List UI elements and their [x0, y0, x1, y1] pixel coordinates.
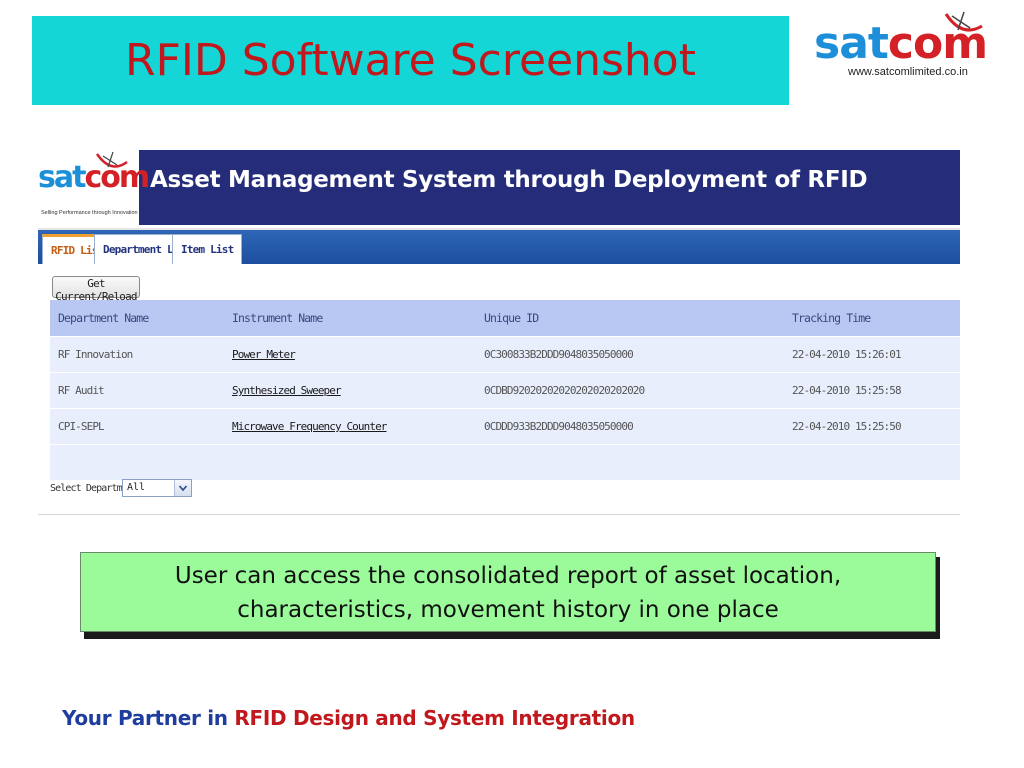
logo-url: www.satcomlimited.co.in [848, 66, 968, 78]
slide-title: RFID Software Screenshot [125, 35, 696, 86]
unique-id-cell: 0CDBD92020202020202020202020 [484, 384, 645, 397]
get-current-reload-button[interactable]: Get Current/Reload [52, 276, 140, 303]
dropdown-arrow-icon[interactable] [174, 480, 191, 496]
column-header-instrument[interactable]: Instrument Name [232, 300, 323, 335]
department-select-value: All [127, 482, 146, 493]
column-header-unique-id[interactable]: Unique ID [484, 300, 539, 335]
table-row: CPI-SEPL Microwave Frequency Counter 0CD… [50, 409, 960, 445]
instrument-link[interactable]: Power Meter [232, 337, 296, 372]
app-screenshot: satcom Selling Performance through Innov… [38, 150, 960, 515]
tracking-time-cell: 22-04-2010 15:25:50 [792, 420, 902, 433]
tracking-time-cell: 22-04-2010 15:25:58 [792, 384, 902, 397]
table-row: RF Innovation Power Meter 0C300833B2DDD9… [50, 337, 960, 373]
column-header-tracking-time[interactable]: Tracking Time [792, 300, 871, 335]
instrument-link[interactable]: Microwave Frequency Counter [232, 409, 387, 444]
rfid-table: Department Name Instrument Name Unique I… [50, 300, 960, 481]
app-header: satcom Selling Performance through Innov… [38, 150, 960, 225]
app-logo-word-sat: sat [38, 160, 86, 195]
callout-text: User can access the consolidated report … [174, 563, 842, 623]
satellite-dish-icon [95, 151, 128, 168]
table-row: RF Audit Synthesized Sweeper 0CDBD920202… [50, 373, 960, 409]
footer-tagline-part2: RFID Design and System Integration [234, 706, 635, 730]
app-logo: satcom Selling Performance through Innov… [38, 150, 150, 225]
app-title: Asset Management System through Deployme… [150, 167, 868, 193]
unique-id-cell: 0C300833B2DDD9048035050000 [484, 348, 634, 361]
callout-box: User can access the consolidated report … [80, 552, 936, 632]
satellite-dish-icon [944, 11, 983, 32]
nav-tab-bar: RFID List Department List Item List [38, 228, 960, 264]
department-cell: CPI-SEPL [58, 420, 105, 433]
instrument-link[interactable]: Synthesized Sweeper [232, 373, 342, 408]
column-header-department[interactable]: Department Name [58, 300, 149, 335]
footer-tagline-part1: Your Partner in [62, 706, 235, 730]
table-empty-row [50, 445, 960, 481]
footer-tagline: Your Partner in RFID Design and System I… [62, 706, 635, 730]
logo-word-sat: sat [814, 18, 889, 69]
department-cell: RF Innovation [58, 348, 133, 361]
unique-id-cell: 0CDDD933B2DDD9048035050000 [484, 420, 634, 433]
slide-title-box: RFID Software Screenshot [32, 16, 789, 105]
department-select[interactable]: All [122, 479, 192, 497]
company-logo: satcom www.satcomlimited.co.in [812, 8, 1012, 86]
app-logo-tagline: Selling Performance through Innovation [41, 210, 138, 216]
tracking-time-cell: 22-04-2010 15:26:01 [792, 348, 902, 361]
department-cell: RF Audit [58, 384, 105, 397]
tab-item-list[interactable]: Item List [172, 234, 243, 264]
table-header-row: Department Name Instrument Name Unique I… [50, 300, 960, 337]
